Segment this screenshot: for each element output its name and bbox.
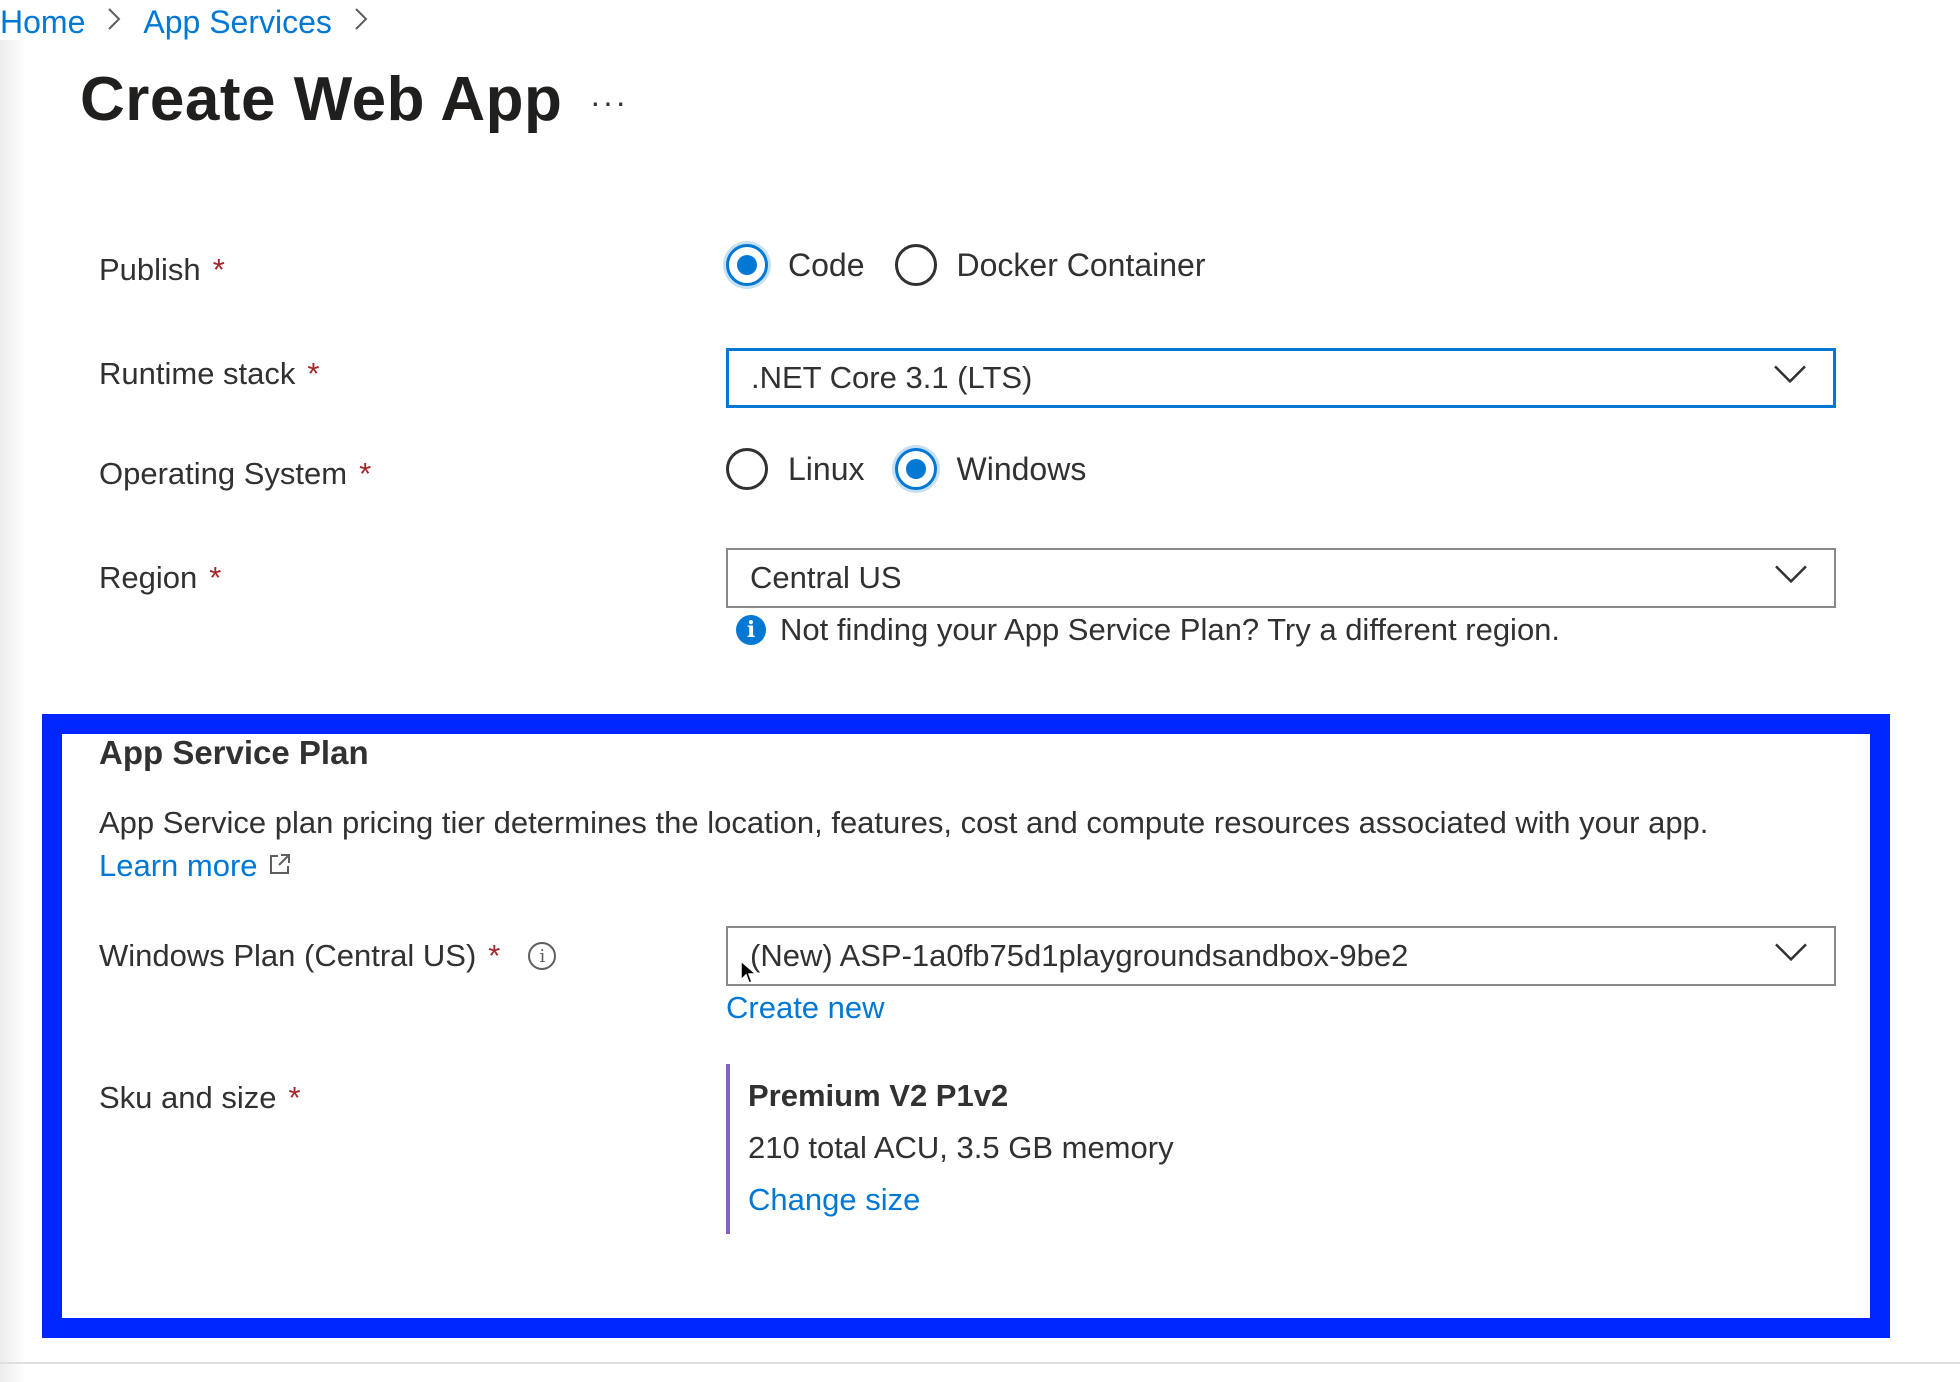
chevron-right-icon	[354, 5, 368, 39]
page-title: Create Web App	[80, 65, 563, 134]
mouse-cursor-icon	[740, 959, 759, 991]
radio-unchecked-icon[interactable]	[726, 448, 768, 490]
publish-option-code[interactable]: Code	[726, 244, 865, 286]
chevron-down-icon	[1774, 556, 1808, 592]
os-option-windows[interactable]: Windows	[894, 448, 1086, 490]
windows-plan-label: Windows Plan (Central US) * i	[99, 938, 557, 974]
chevron-down-icon	[1774, 934, 1808, 970]
runtime-stack-dropdown[interactable]: .NET Core 3.1 (LTS)	[726, 348, 1836, 408]
more-options-button[interactable]: ···	[590, 84, 628, 121]
publish-option-docker[interactable]: Docker Container	[894, 244, 1206, 286]
sku-size-label: Sku and size *	[99, 1080, 301, 1115]
sku-name: Premium V2 P1v2	[748, 1078, 1009, 1113]
windows-plan-dropdown[interactable]: (New) ASP-1a0fb75d1playgroundsandbox-9be…	[726, 926, 1836, 986]
chevron-down-icon	[1773, 356, 1807, 392]
breadcrumb: Home App Services	[0, 0, 390, 44]
breadcrumb-app-services[interactable]: App Services	[143, 4, 332, 41]
region-dropdown[interactable]: Central US	[726, 548, 1836, 608]
info-icon: i	[736, 615, 766, 645]
radio-checked-icon[interactable]	[894, 448, 937, 490]
sku-spec: 210 total ACU, 3.5 GB memory	[748, 1130, 1174, 1165]
info-icon[interactable]: i	[528, 942, 557, 970]
divider	[0, 1362, 1960, 1364]
radio-checked-icon[interactable]	[726, 244, 768, 286]
learn-more-link[interactable]: Learn more	[99, 848, 292, 884]
app-service-plan-description: App Service plan pricing tier determines…	[99, 805, 1709, 840]
runtime-stack-label: Runtime stack *	[99, 356, 320, 391]
os-option-linux[interactable]: Linux	[726, 448, 865, 490]
external-link-icon	[268, 848, 292, 884]
breadcrumb-home[interactable]: Home	[0, 4, 85, 41]
region-info-message: i Not finding your App Service Plan? Try…	[736, 612, 1560, 648]
radio-unchecked-icon[interactable]	[894, 244, 937, 286]
create-new-plan-link[interactable]: Create new	[726, 990, 885, 1026]
chevron-right-icon	[107, 5, 121, 39]
os-radio-group: Linux Windows	[726, 448, 1116, 490]
region-label: Region *	[99, 560, 222, 595]
publish-radio-group: Code Docker Container	[726, 244, 1236, 286]
operating-system-label: Operating System *	[99, 456, 372, 491]
sku-accent-bar	[726, 1064, 730, 1234]
change-size-link[interactable]: Change size	[748, 1182, 920, 1218]
publish-label: Publish *	[99, 252, 225, 287]
blade-left-shadow	[0, 40, 26, 1382]
app-service-plan-heading: App Service Plan	[99, 734, 369, 771]
